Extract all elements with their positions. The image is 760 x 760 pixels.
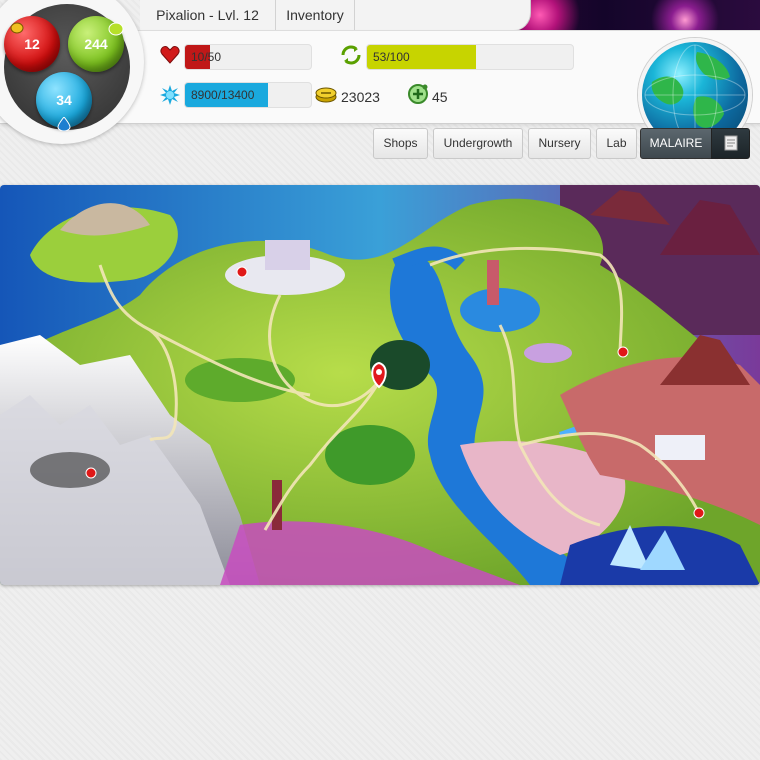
lab-button[interactable]: Lab <box>596 128 637 159</box>
coin-badge-icon <box>10 22 24 34</box>
shops-button[interactable]: Shops <box>373 128 428 159</box>
top-tab-bar: Pixalion - Lvl. 12 Inventory <box>140 0 531 31</box>
experience-bar: 8900/13400 <box>184 82 312 108</box>
world-map-illustration <box>0 185 760 585</box>
leaf-badge-icon <box>108 22 124 36</box>
heart-icon <box>160 46 180 64</box>
coin-stack-icon <box>315 87 337 103</box>
recycle-icon <box>341 45 361 65</box>
plus-coin-icon <box>408 84 428 104</box>
world-map[interactable] <box>0 185 760 585</box>
galaxy-banner <box>500 0 760 30</box>
energy-text: 53/100 <box>373 50 410 64</box>
tab-character[interactable]: Pixalion - Lvl. 12 <box>140 0 276 30</box>
health-bar: 10/50 <box>184 44 312 70</box>
undergrowth-button[interactable]: Undergrowth <box>433 128 523 159</box>
energy-orb-value: 244 <box>84 36 108 52</box>
experience-orb-value: 34 <box>56 92 72 108</box>
energy-bar: 53/100 <box>366 44 574 70</box>
water-drop-icon <box>57 117 71 131</box>
scroll-icon <box>724 135 737 151</box>
gems-value: 45 <box>432 89 448 105</box>
health-text: 10/50 <box>191 50 222 64</box>
star-burst-icon <box>160 85 180 105</box>
experience-text: 8900/13400 <box>191 88 255 102</box>
nursery-button[interactable]: Nursery <box>528 128 591 159</box>
tab-inventory[interactable]: Inventory <box>276 0 355 30</box>
health-orb-value: 12 <box>24 36 40 52</box>
quest-scroll-button[interactable] <box>711 128 750 159</box>
malaire-button[interactable]: MALAIRE <box>640 128 712 159</box>
coins-value: 23023 <box>341 89 380 105</box>
